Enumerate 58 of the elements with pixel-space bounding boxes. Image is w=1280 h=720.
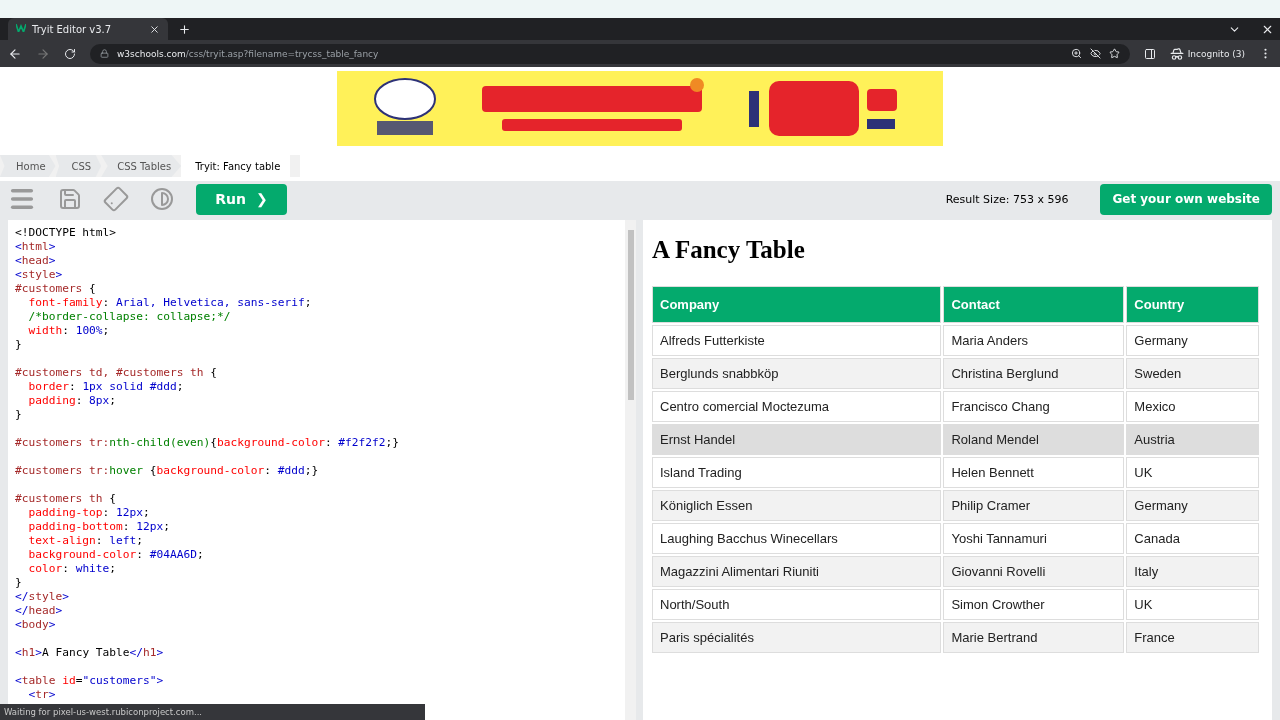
table-cell: Ernst Handel	[652, 424, 942, 455]
address-bar[interactable]: w3schools.com/css/tryit.asp?filename=trycss_table_fancy	[117, 48, 379, 59]
table-cell: Italy	[1126, 556, 1259, 587]
lock-icon[interactable]	[100, 49, 109, 58]
table-cell: Giovanni Rovelli	[943, 556, 1125, 587]
table-cell: Yoshi Tannamuri	[943, 523, 1125, 554]
star-icon[interactable]	[1108, 48, 1120, 59]
table-cell: Marie Bertrand	[943, 622, 1125, 653]
tab-title: Tryit Editor v3.7	[32, 23, 113, 35]
table-cell: Roland Mendel	[943, 424, 1125, 455]
back-icon[interactable]	[8, 46, 22, 61]
table-cell: Germany	[1126, 490, 1259, 521]
browser-tab[interactable]: Tryit Editor v3.7	[8, 18, 168, 40]
table-cell: Alfreds Futterkiste	[652, 325, 942, 356]
side-panel-icon[interactable]	[1143, 47, 1156, 60]
reload-icon[interactable]	[64, 47, 76, 60]
table-cell: France	[1126, 622, 1259, 653]
table-cell: Sweden	[1126, 358, 1259, 389]
table-cell: Helen Bennett	[943, 457, 1125, 488]
table-cell: Königlich Essen	[652, 490, 942, 521]
incognito-icon[interactable]	[1169, 46, 1184, 61]
table-cell: Berglunds snabbköp	[652, 358, 942, 389]
table-cell: Christina Berglund	[943, 358, 1125, 389]
column-header: Contact	[943, 286, 1125, 323]
result-size: Result Size: 753 x 596	[945, 192, 1069, 206]
table-cell: Maria Anders	[943, 325, 1125, 356]
breadcrumb-link[interactable]: CSS Tables	[101, 155, 182, 177]
table-cell: Simon Crowther	[943, 589, 1125, 620]
table-cell: Island Trading	[652, 457, 942, 488]
column-header: Country	[1126, 286, 1259, 323]
zoom-icon[interactable]	[1070, 48, 1082, 59]
favicon-icon	[16, 24, 26, 34]
result-heading: A Fancy Table	[652, 236, 806, 264]
table-cell: North/South	[652, 589, 942, 620]
profile-label[interactable]: Incognito (3)	[1187, 48, 1245, 59]
table-cell: Paris spécialités	[652, 622, 942, 653]
table-cell: Magazzini Alimentari Riuniti	[652, 556, 942, 587]
table-cell: Canada	[1126, 523, 1259, 554]
breadcrumb-link[interactable]: CSS	[55, 155, 102, 177]
eye-off-icon[interactable]	[1089, 48, 1101, 59]
table-cell: Austria	[1126, 424, 1259, 455]
breadcrumb-current[interactable]: Tryit: Fancy table	[181, 155, 291, 177]
close-window-icon[interactable]	[1261, 23, 1274, 36]
status-toast: Waiting for pixel-us-west.rubiconproject.com...	[0, 704, 425, 720]
scrollbar-thumb[interactable]	[627, 230, 634, 400]
table-cell: Philip Cramer	[943, 490, 1125, 521]
table-cell: Francisco Chang	[943, 391, 1125, 422]
column-header: Company	[652, 286, 942, 323]
table-cell: UK	[1126, 457, 1259, 488]
table-cell: Mexico	[1126, 391, 1259, 422]
table-cell: Centro comercial Moctezuma	[652, 391, 942, 422]
table-cell: UK	[1126, 589, 1259, 620]
close-icon[interactable]	[149, 23, 160, 35]
forward-icon[interactable]	[36, 46, 50, 61]
table-cell: Laughing Bacchus Winecellars	[652, 523, 942, 554]
table-cell: Germany	[1126, 325, 1259, 356]
new-tab-icon[interactable]	[178, 23, 191, 36]
breadcrumb-link[interactable]: Home	[0, 155, 56, 177]
